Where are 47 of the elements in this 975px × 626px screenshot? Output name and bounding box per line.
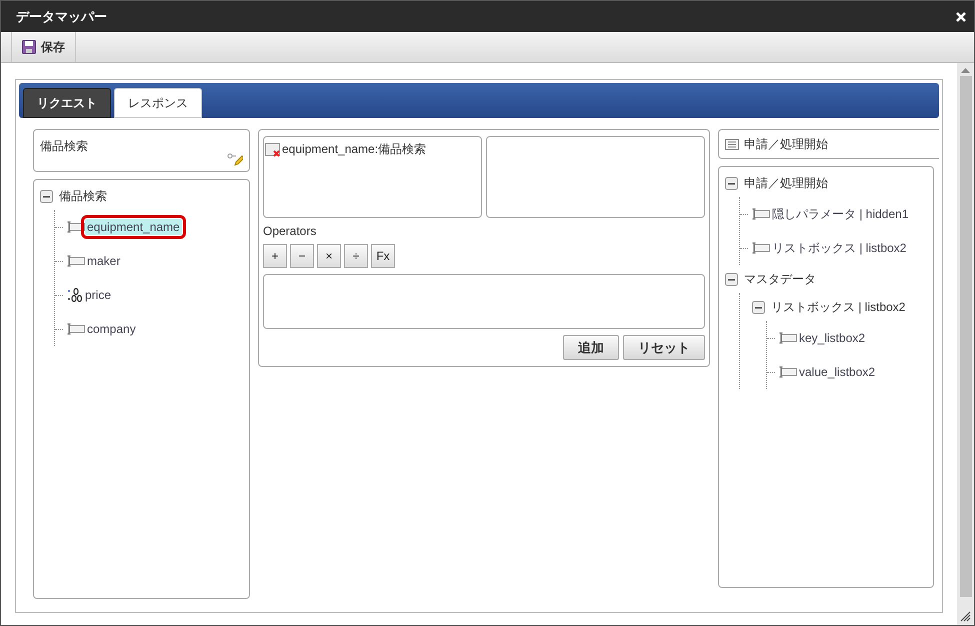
window-title: データマッパー bbox=[16, 8, 107, 26]
tree-node[interactable]: 申請／処理開始 bbox=[742, 174, 830, 192]
scrollbar-thumb[interactable] bbox=[960, 76, 972, 597]
key-pencil-icon[interactable] bbox=[227, 152, 243, 166]
tree-item[interactable]: maker bbox=[85, 253, 122, 269]
operator-button[interactable]: Fx bbox=[371, 244, 395, 268]
close-icon[interactable] bbox=[956, 12, 966, 22]
save-button[interactable]: 保存 bbox=[11, 32, 76, 62]
collapse-icon[interactable] bbox=[752, 300, 765, 314]
tree-item[interactable]: company bbox=[85, 321, 138, 337]
tab[interactable]: レスポンス bbox=[114, 88, 202, 118]
expression-field[interactable] bbox=[263, 274, 705, 329]
tree-item[interactable]: price bbox=[83, 287, 114, 303]
delete-icon[interactable] bbox=[265, 142, 281, 156]
decimal-icon bbox=[67, 288, 83, 302]
tree-item[interactable]: 隠しパラメータ | hidden1 bbox=[770, 204, 910, 224]
scroll-up-icon[interactable] bbox=[961, 68, 970, 73]
collapse-icon[interactable] bbox=[725, 272, 738, 286]
operator-button[interactable]: + bbox=[263, 244, 287, 268]
text-field-icon bbox=[67, 255, 85, 267]
tab[interactable]: リクエスト bbox=[23, 88, 111, 118]
scrollbar[interactable] bbox=[957, 63, 974, 625]
source-title: 備品検索 bbox=[40, 138, 88, 155]
text-field-icon bbox=[67, 323, 85, 335]
tree-item[interactable]: equipment_name bbox=[85, 219, 182, 235]
text-field-icon bbox=[752, 208, 770, 220]
target-title: 申請／処理開始 bbox=[744, 136, 828, 152]
text-field-icon bbox=[779, 332, 797, 344]
tree-node[interactable]: 備品検索 bbox=[57, 186, 109, 206]
resize-grip-icon[interactable] bbox=[960, 611, 971, 622]
tree-node[interactable]: リストボックス | listbox2 bbox=[769, 298, 908, 316]
tree-item[interactable]: リストボックス | listbox2 bbox=[770, 238, 908, 258]
mapped-item: equipment_name:備品検索 bbox=[282, 141, 426, 158]
operator-button[interactable]: − bbox=[290, 244, 314, 268]
operator-button[interactable]: ÷ bbox=[344, 244, 368, 268]
tree-node[interactable]: マスタデータ bbox=[742, 270, 818, 288]
form-icon bbox=[725, 138, 739, 150]
collapse-icon[interactable] bbox=[725, 176, 738, 190]
tree-item[interactable]: key_listbox2 bbox=[797, 330, 868, 346]
collapse-icon[interactable] bbox=[40, 190, 53, 202]
reset-button[interactable]: リセット bbox=[623, 335, 705, 360]
tree-item[interactable]: value_listbox2 bbox=[797, 364, 878, 380]
operator-button[interactable]: × bbox=[317, 244, 341, 268]
text-field-icon bbox=[779, 366, 797, 378]
text-field-icon bbox=[752, 242, 770, 254]
operators-label: Operators bbox=[263, 224, 318, 238]
add-button[interactable]: 追加 bbox=[563, 335, 619, 360]
